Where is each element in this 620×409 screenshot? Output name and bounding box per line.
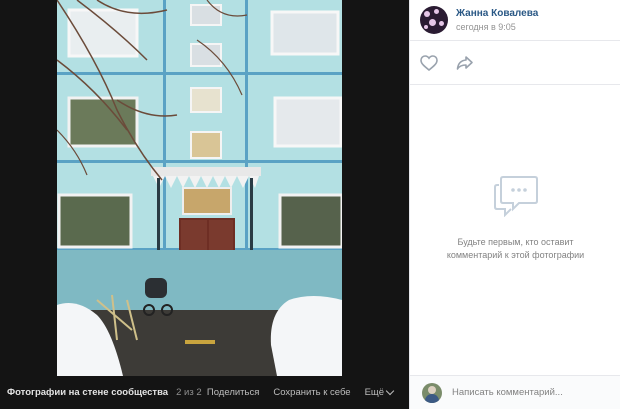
empty-comments-text: Будьте первым, кто оставит комментарий к… [446, 237, 585, 260]
photo-counter: 2 из 2 [176, 387, 202, 398]
more-menu[interactable]: Ещё [364, 386, 395, 398]
share-link[interactable]: Поделиться [207, 387, 259, 398]
empty-comments: Будьте первым, кто оставит комментарий к… [410, 175, 620, 262]
like-button[interactable] [418, 52, 440, 74]
author-name[interactable]: Жанна Ковалева [456, 8, 538, 19]
info-panel: Жанна Ковалева сегодня в 9:05 Будьте пер… [409, 0, 620, 409]
photo-viewer: Фотографии на стене сообщества 2 из 2 По… [0, 0, 409, 409]
author-block: Жанна Ковалева сегодня в 9:05 [410, 0, 620, 41]
share-button[interactable] [454, 52, 476, 74]
comment-composer [410, 375, 620, 409]
post-time[interactable]: сегодня в 9:05 [456, 22, 538, 32]
save-link[interactable]: Сохранить к себе [273, 387, 350, 398]
photo-image [57, 0, 342, 376]
footer-actions: Поделиться Сохранить к себе Ещё [207, 386, 395, 398]
comment-bubble-icon [493, 176, 538, 217]
viewer-footer: Фотографии на стене сообщества 2 из 2 По… [0, 376, 409, 409]
heart-icon [420, 54, 438, 71]
chevron-down-icon [385, 386, 395, 396]
user-avatar [422, 382, 442, 403]
author-avatar[interactable] [420, 6, 448, 34]
action-bar [410, 41, 620, 85]
album-link[interactable]: Фотографии на стене сообщества [7, 387, 168, 398]
comment-input[interactable] [452, 387, 612, 398]
photo[interactable] [57, 0, 342, 376]
share-arrow-icon [456, 55, 473, 70]
more-label: Ещё [364, 387, 384, 398]
